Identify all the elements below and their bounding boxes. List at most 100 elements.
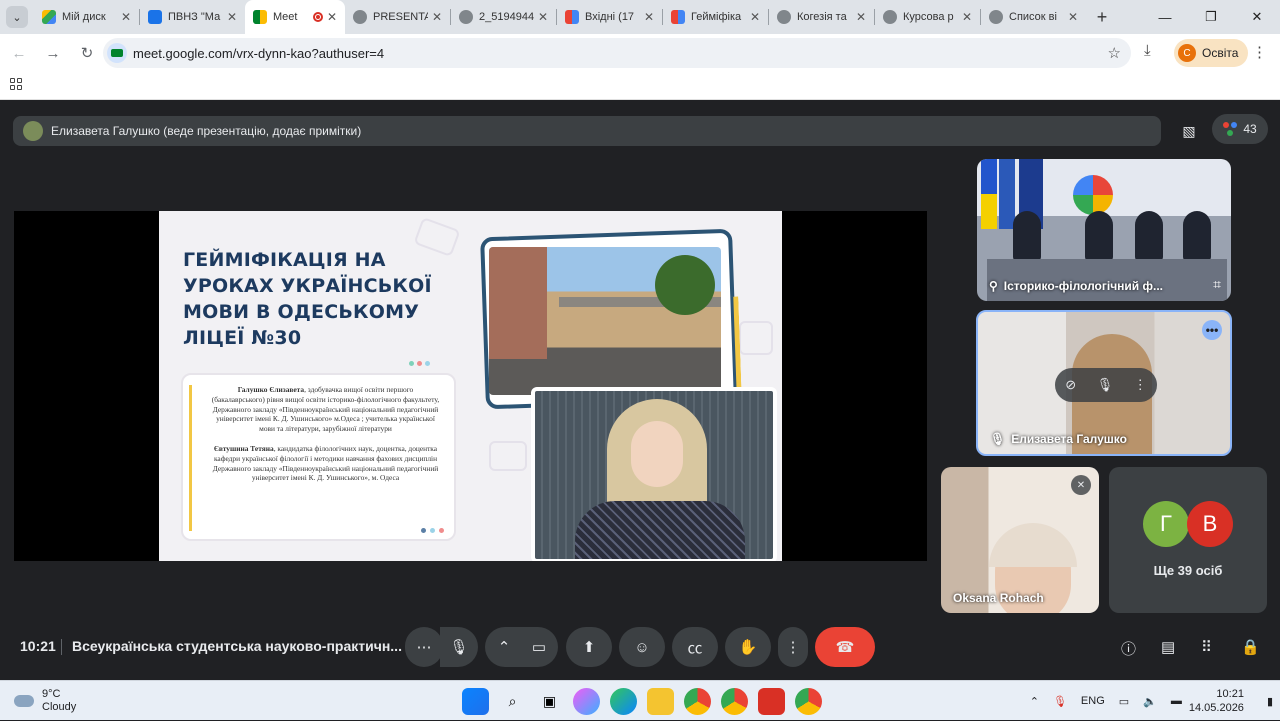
weather-widget[interactable]: 9°C Cloudy [14, 688, 76, 714]
reload-button[interactable]: ↻ [72, 38, 102, 68]
calendar-icon [148, 10, 162, 24]
edge-icon[interactable] [610, 688, 637, 715]
close-icon[interactable]: ✕ [1068, 10, 1078, 24]
camera-button[interactable]: ▭ [520, 627, 558, 667]
close-icon[interactable]: ✕ [227, 10, 237, 24]
microphone-icon[interactable]: 🎙 [1097, 377, 1114, 393]
close-icon[interactable]: ✕ [432, 10, 442, 24]
camera-options-button[interactable]: ⌃ [485, 627, 523, 667]
volume-icon[interactable]: 🔈 [1143, 695, 1157, 708]
recording-icon [312, 12, 323, 22]
portrait-coat [575, 501, 745, 559]
microphone-icon[interactable]: 🎙 [1053, 695, 1067, 708]
battery-icon[interactable]: ▬ [1171, 695, 1182, 707]
tab-cohesion[interactable]: Когезія та ✕ [769, 0, 874, 34]
tab-list[interactable]: Список ві ✕ [981, 0, 1086, 34]
school-building-image [489, 247, 721, 395]
acrobat-icon[interactable] [758, 688, 785, 715]
meet-site-icon[interactable] [107, 43, 127, 63]
hide-presentation-icon[interactable]: ▧ [1174, 116, 1204, 146]
participant-tile-oksana[interactable]: ✕ Oksana Rohach [941, 467, 1099, 613]
tab-meet[interactable]: Meet ✕ [245, 0, 345, 34]
present-screen-icon: ⬆ [582, 639, 596, 656]
tab-presentation[interactable]: PRESENTA ✕ [345, 0, 450, 34]
author1-name: Галушко Єлизавета [237, 385, 305, 394]
chevron-up-icon[interactable]: ⌃ [1030, 695, 1039, 708]
close-window-button[interactable]: ✕ [1234, 0, 1280, 34]
apps-grid-icon[interactable] [10, 78, 22, 90]
gmail-icon [565, 10, 579, 24]
globe-icon [883, 10, 897, 24]
person [1183, 211, 1211, 261]
search-icon[interactable]: ⌕ [499, 688, 526, 715]
avatar: Г [1143, 501, 1189, 547]
file-explorer-icon[interactable] [647, 688, 674, 715]
more-participants-tile[interactable]: Г В Ще 39 осіб [1109, 467, 1267, 613]
download-icon[interactable]: ⤓ [1144, 42, 1151, 59]
info-icon[interactable]: ⓘ [1121, 638, 1136, 659]
close-icon[interactable]: ✕ [538, 10, 548, 24]
tab-drive[interactable]: Мій диск ✕ [34, 0, 139, 34]
participant-tile-speaker[interactable]: ⊘ 🎙 ⋮ ••• 🎙 Елизавета Галушко [976, 310, 1232, 456]
address-bar[interactable]: meet.google.com/vrx-dynn-kao?authuser=4 … [103, 38, 1131, 68]
tab-pvnz[interactable]: ПВНЗ "Ма ✕ [140, 0, 245, 34]
participant-count: 43 [1243, 122, 1257, 136]
host-controls-icon[interactable]: 🔒 [1241, 638, 1260, 656]
maximize-button[interactable]: ❐ [1188, 0, 1234, 34]
raise-hand-button[interactable]: ✋ [725, 627, 771, 667]
tab-gmail-inbox[interactable]: Вхідні (17 ✕ [557, 0, 662, 34]
profile-button[interactable]: С Освіта [1174, 39, 1249, 67]
close-icon[interactable]: ✕ [856, 10, 866, 24]
new-tab-button[interactable]: + [1090, 7, 1114, 28]
chrome-icon[interactable] [721, 688, 748, 715]
url-text: meet.google.com/vrx-dynn-kao?authuser=4 [133, 45, 385, 61]
back-button[interactable]: ← [4, 38, 34, 68]
notifications-icon[interactable]: ▮ [1267, 695, 1273, 708]
present-button[interactable]: ⬆ [566, 627, 612, 667]
task-view-icon[interactable]: ▣ [536, 688, 563, 715]
copilot-icon[interactable] [573, 688, 600, 715]
language-indicator[interactable]: ENG [1081, 695, 1105, 707]
chat-icon[interactable]: ▤ [1161, 638, 1175, 656]
minimize-button[interactable]: — [1142, 0, 1188, 34]
close-icon[interactable]: ✕ [327, 10, 337, 24]
close-icon[interactable]: ✕ [962, 10, 972, 24]
windows-start-icon[interactable] [462, 688, 489, 715]
clock[interactable]: 10:21 14.05.2026 [1189, 687, 1244, 715]
tab-search-button[interactable]: ⌄ [0, 0, 34, 34]
tab-gmail-gamification[interactable]: Гейміфіка ✕ [663, 0, 768, 34]
microphone-button[interactable]: 🎙 [440, 627, 478, 667]
more-options-icon[interactable]: ⋮ [1134, 377, 1147, 393]
participant-tile-room[interactable]: ⚲ Історико-філологічний ф... ⌗ [977, 159, 1231, 301]
tab-coursework[interactable]: Курсова р ✕ [875, 0, 980, 34]
bookmark-star-icon[interactable]: ☆ [1108, 44, 1121, 62]
presenter-avatar [23, 121, 43, 141]
close-icon[interactable]: ✕ [121, 10, 131, 24]
gmail-icon [671, 10, 685, 24]
meet-area: Елизавета Галушко (веде презентацію, дод… [0, 101, 1280, 680]
more-options-button[interactable]: ••• [1202, 320, 1222, 340]
participants-button[interactable]: 43 [1212, 114, 1268, 144]
emoji-button[interactable]: ☺ [619, 627, 665, 667]
author1-paragraph: Галушко Єлизавета, здобувачка вищої осві… [211, 385, 440, 434]
chrome-icon[interactable] [684, 688, 711, 715]
globe-icon [777, 10, 791, 24]
captions-button[interactable]: ㏄ [672, 627, 718, 667]
close-icon[interactable]: ✕ [750, 10, 760, 24]
more-options-button[interactable]: ⋮ [778, 627, 808, 667]
forward-button[interactable]: → [38, 38, 68, 68]
browser-menu-icon[interactable]: ⋮ [1252, 43, 1267, 61]
chrome-icon[interactable] [795, 688, 822, 715]
tab-file[interactable]: 2_5194944 ✕ [451, 0, 556, 34]
close-icon[interactable]: ✕ [644, 10, 654, 24]
presentation-slide: ГЕЙМІФІКАЦІЯ НА УРОКАХ УКРАЇНСЬКОЇ МОВИ … [159, 211, 782, 561]
participant-name: Oksana Rohach [953, 591, 1044, 605]
crop-icon[interactable]: ⌗ [1213, 276, 1221, 293]
chevron-down-icon: ⌄ [6, 6, 28, 28]
network-icon[interactable]: ▭ [1119, 695, 1129, 708]
pin-off-icon[interactable]: ⊘ [1065, 377, 1076, 393]
activities-icon[interactable]: ⠿ [1201, 638, 1212, 656]
leave-call-button[interactable]: ☎ [815, 627, 875, 667]
clock-time: 10:21 [1216, 688, 1244, 700]
more-actions-button[interactable]: ⋯ [405, 627, 443, 667]
